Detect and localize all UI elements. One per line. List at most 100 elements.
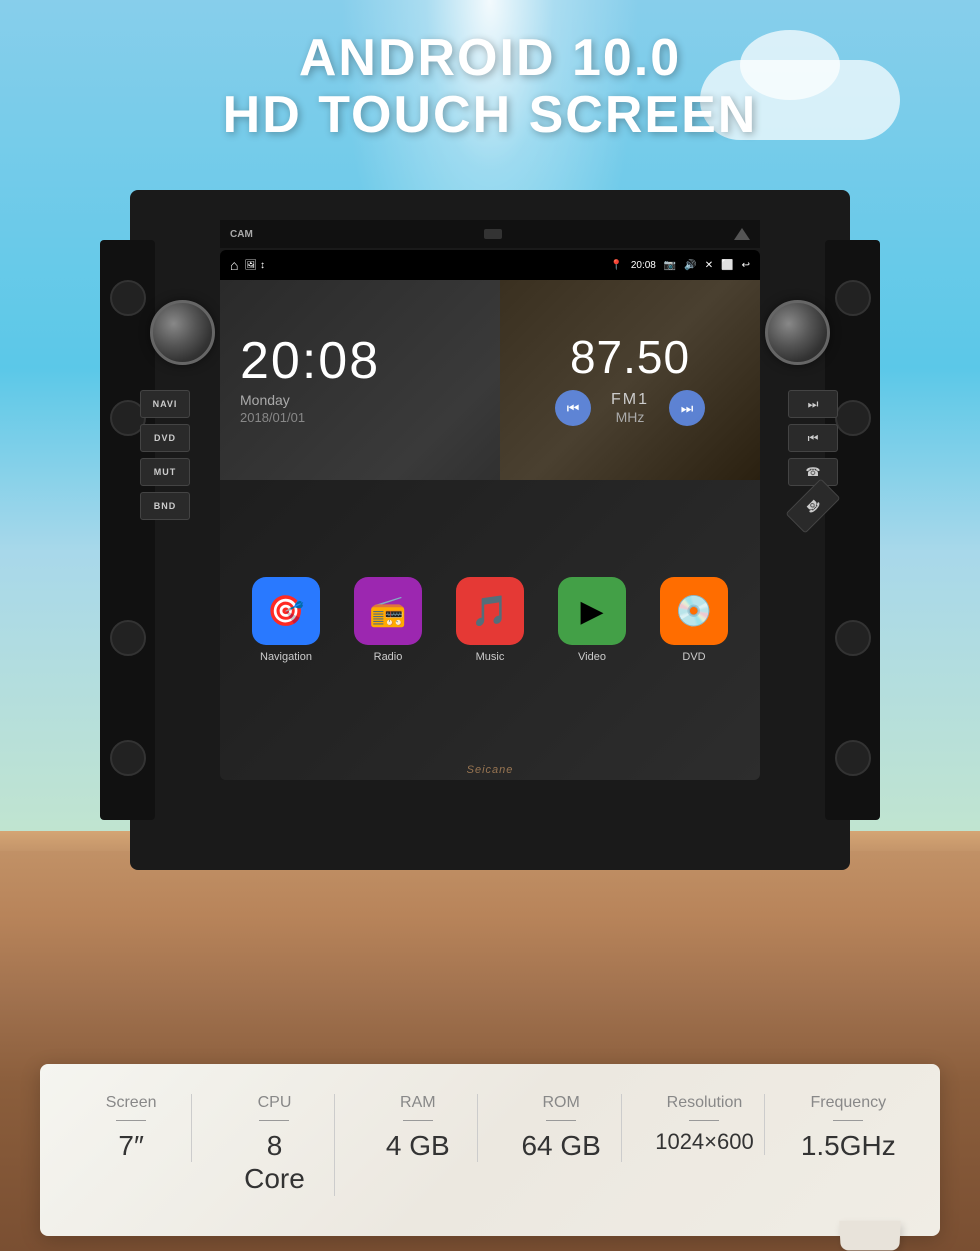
status-time: 20:08: [631, 260, 656, 271]
clock-day: Monday: [240, 392, 480, 408]
main-screen: ⌂ 🖼 ↕ 📍 20:08 📷 🔊 ✕ ⬜ ↩ 20:08 Monday: [220, 250, 760, 780]
side-buttons-left: NAVI DVD MUT BND: [140, 390, 190, 520]
home-icon[interactable]: ⌂: [230, 257, 238, 273]
location-icon: 📍: [610, 260, 622, 271]
spec-ram: RAM 4 GB: [358, 1094, 478, 1163]
phone-button[interactable]: ☎: [788, 458, 838, 486]
radio-unit: MHz: [616, 409, 645, 425]
screen-content: 20:08 Monday 2018/01/01 87.50 ⏮ FM1 MHz …: [220, 280, 760, 780]
spec-divider: [689, 1120, 719, 1121]
bracket-left: [100, 240, 155, 820]
spec-divider: [259, 1120, 289, 1121]
spec-screen: Screen 7″: [72, 1094, 192, 1163]
spec-ram-value: 4 GB: [386, 1129, 450, 1163]
camera-status-icon: 📷: [664, 260, 676, 271]
spec-cpu-value: 8Core: [244, 1129, 305, 1196]
spec-cpu: CPU 8Core: [215, 1094, 335, 1196]
specs-grid: Screen 7″ CPU 8Core RAM 4 GB ROM 64 GB R…: [60, 1094, 920, 1196]
radio-next-button[interactable]: ⏭: [669, 390, 705, 426]
bracket-hole: [110, 620, 146, 656]
app-music[interactable]: 🎵 Music: [456, 577, 524, 663]
music-label: Music: [476, 651, 505, 663]
dvd-label: DVD: [682, 651, 705, 663]
bracket-hole: [835, 620, 871, 656]
bnd-button[interactable]: BND: [140, 492, 190, 520]
radio-widget: 87.50 ⏮ FM1 MHz ⏭: [500, 280, 760, 480]
top-bar-button[interactable]: [484, 229, 502, 239]
header-line1: ANDROID 10.0: [0, 30, 980, 87]
spec-ram-label: RAM: [400, 1094, 436, 1112]
spec-rom-value: 64 GB: [521, 1129, 600, 1163]
watermark: Seicane: [220, 760, 760, 780]
apps-area: 🎯 Navigation 📻 Radio 🎵 Music: [220, 480, 760, 760]
spec-screen-label: Screen: [106, 1094, 157, 1112]
volume-icon: 🔊: [684, 260, 696, 271]
top-info-widgets: 20:08 Monday 2018/01/01 87.50 ⏮ FM1 MHz …: [220, 280, 760, 480]
status-icons: 🖼 ↕: [244, 260, 264, 271]
spec-rom: ROM 64 GB: [502, 1094, 622, 1163]
radio-band: FM1: [611, 391, 649, 409]
status-left: ⌂ 🖼 ↕: [230, 257, 265, 273]
navigation-icon-box: 🎯: [252, 577, 320, 645]
clock-widget: 20:08 Monday 2018/01/01: [220, 280, 500, 480]
eject-button[interactable]: [734, 228, 750, 240]
spec-frequency: Frequency 1.5GHz: [788, 1094, 908, 1163]
app-video[interactable]: ▶ Video: [558, 577, 626, 663]
spec-resolution: Resolution 1024×600: [645, 1094, 765, 1155]
spec-frequency-label: Frequency: [811, 1094, 887, 1112]
navi-button[interactable]: NAVI: [140, 390, 190, 418]
clock-time: 20:08: [240, 335, 480, 387]
bracket-right: [825, 240, 880, 820]
app-radio[interactable]: 📻 Radio: [354, 577, 422, 663]
dvd-icon-box: 💿: [660, 577, 728, 645]
spec-divider: [546, 1120, 576, 1121]
radio-prev-button[interactable]: ⏮: [555, 390, 591, 426]
status-bar: ⌂ 🖼 ↕ 📍 20:08 📷 🔊 ✕ ⬜ ↩: [220, 250, 760, 280]
left-knob[interactable]: [150, 300, 215, 365]
prev-track-button[interactable]: ⏮: [788, 424, 838, 452]
spec-screen-value: 7″: [118, 1129, 143, 1163]
spec-frequency-value: 1.5GHz: [801, 1129, 896, 1163]
bracket-hole: [835, 280, 871, 316]
car-radio-unit: NAVI DVD MUT BND ⏭ ⏮ ☎ ☎ CAM ⌂ 🖼 ↕ 📍 20:…: [130, 190, 850, 870]
right-knob[interactable]: [765, 300, 830, 365]
close-icon[interactable]: ✕: [705, 260, 713, 271]
mut-button[interactable]: MUT: [140, 458, 190, 486]
window-icon[interactable]: ⬜: [721, 260, 733, 271]
spec-divider: [116, 1120, 146, 1121]
spec-divider: [403, 1120, 433, 1121]
header-line2: HD TOUCH SCREEN: [0, 87, 980, 144]
dvd-button[interactable]: DVD: [140, 424, 190, 452]
dvd-icon: 💿: [675, 594, 712, 629]
bracket-hole: [110, 280, 146, 316]
radio-icon-box: 📻: [354, 577, 422, 645]
radio-controls: ⏮ FM1 MHz ⏭: [555, 390, 705, 426]
spec-resolution-value: 1024×600: [655, 1129, 754, 1155]
spec-cpu-label: CPU: [258, 1094, 292, 1112]
next-track-button[interactable]: ⏭: [788, 390, 838, 418]
bracket-hole: [835, 400, 871, 436]
header-section: ANDROID 10.0 HD TOUCH SCREEN: [0, 30, 980, 144]
radio-app-label: Radio: [374, 651, 403, 663]
radio-frequency: 87.50: [570, 334, 690, 380]
navigation-label: Navigation: [260, 651, 312, 663]
app-navigation[interactable]: 🎯 Navigation: [252, 577, 320, 663]
radio-icon: 📻: [369, 594, 406, 629]
music-icon: 🎵: [471, 594, 508, 629]
top-bar: CAM: [220, 220, 760, 248]
navigation-icon: 🎯: [267, 594, 304, 629]
bracket-hole: [110, 740, 146, 776]
clock-date: 2018/01/01: [240, 410, 480, 425]
specs-section: Screen 7″ CPU 8Core RAM 4 GB ROM 64 GB R…: [40, 1064, 940, 1236]
video-label: Video: [578, 651, 606, 663]
bracket-hole: [835, 740, 871, 776]
media-buttons-right: ⏭ ⏮ ☎ ☎: [788, 390, 838, 520]
cam-label: CAM: [230, 229, 253, 240]
status-right: 📍 20:08 📷 🔊 ✕ ⬜ ↩: [610, 260, 750, 271]
app-dvd[interactable]: 💿 DVD: [660, 577, 728, 663]
video-icon-box: ▶: [558, 577, 626, 645]
video-icon: ▶: [580, 594, 603, 629]
music-icon-box: 🎵: [456, 577, 524, 645]
spec-rom-label: ROM: [542, 1094, 579, 1112]
back-icon[interactable]: ↩: [742, 260, 750, 271]
